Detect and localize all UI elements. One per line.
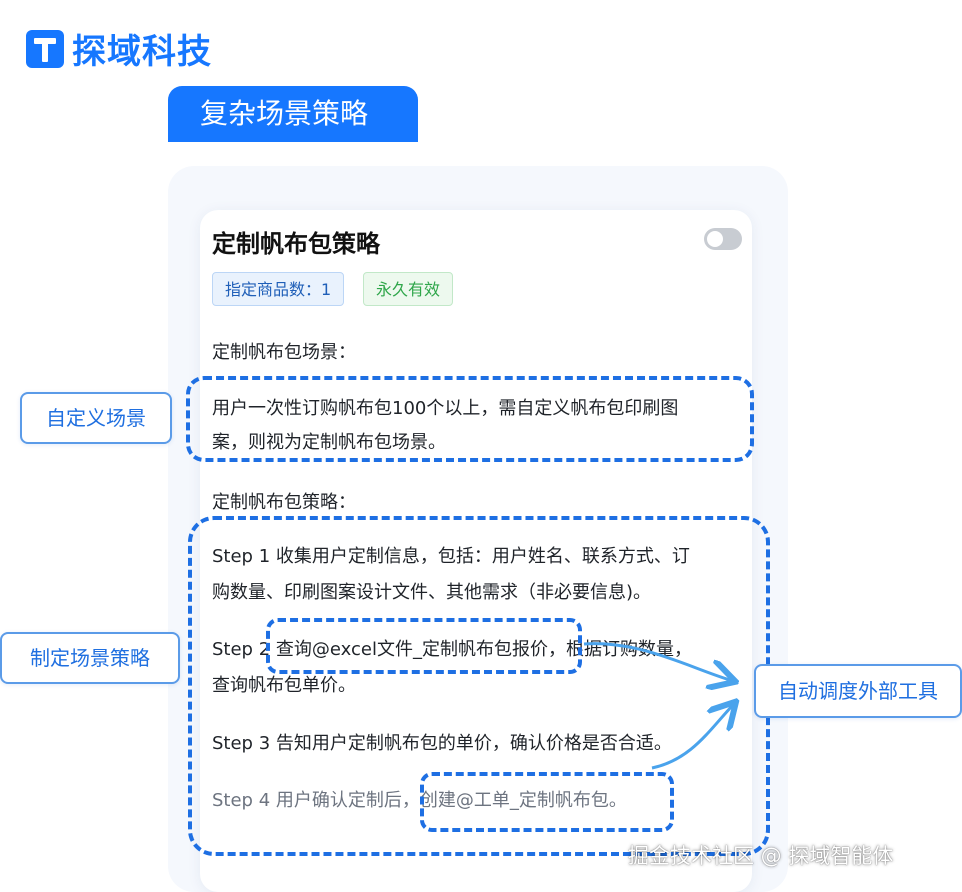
- watermark: 掘金技术社区 @ 探域智能体: [628, 844, 894, 868]
- connector-arrows: [583, 642, 962, 770]
- callout-custom-scene: 自定义场景: [20, 392, 172, 444]
- callout-make-strategy: 制定场景策略: [0, 632, 180, 684]
- arrow-excel-to-tools: [583, 642, 730, 680]
- callout-auto-tools: 自动调度外部工具: [754, 664, 962, 718]
- arrow-ticket-to-tools: [651, 706, 732, 770]
